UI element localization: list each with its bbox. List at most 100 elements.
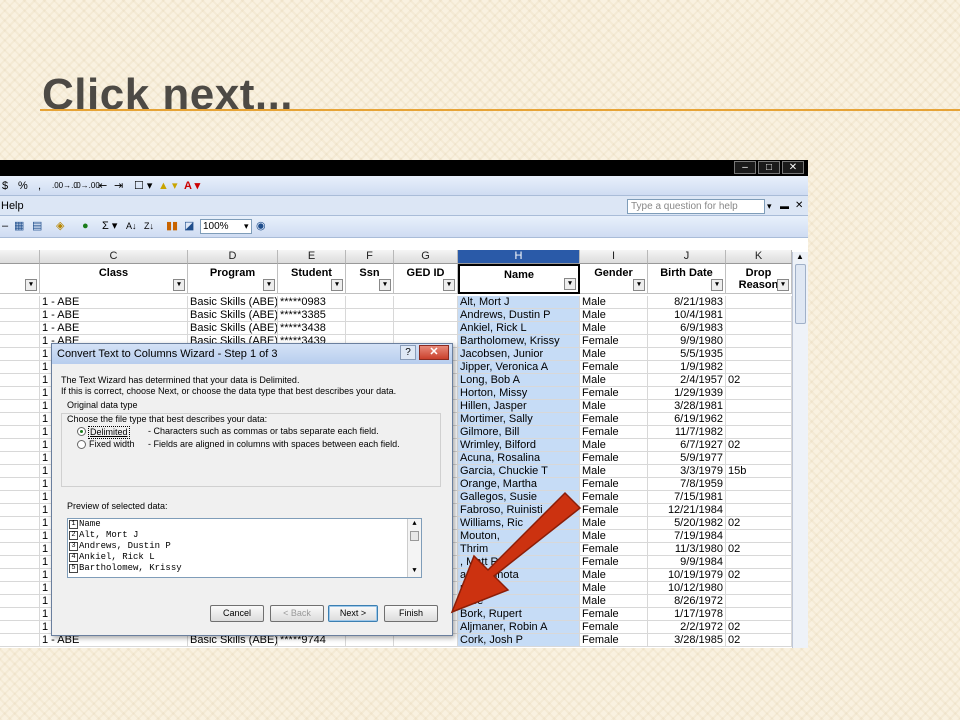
- table-cell-i[interactable]: Male: [580, 582, 648, 595]
- finish-button[interactable]: Finish: [384, 605, 438, 622]
- next-button[interactable]: Next >: [328, 605, 378, 622]
- table-cell-j[interactable]: 1/17/1978: [648, 608, 726, 621]
- paint-icon[interactable]: ◈: [56, 219, 64, 233]
- scroll-thumb[interactable]: [795, 264, 806, 324]
- sort-ascending-icon[interactable]: A↓: [126, 219, 137, 233]
- table-cell-f[interactable]: [346, 296, 394, 309]
- table-cell-k[interactable]: [726, 608, 792, 621]
- table-cell-j[interactable]: 10/12/1980: [648, 582, 726, 595]
- decrease-indent-icon[interactable]: ⇤: [98, 179, 107, 193]
- column-header-blank[interactable]: [0, 250, 40, 264]
- table-cell-i[interactable]: Female: [580, 387, 648, 400]
- table-cell-h[interactable]: Mortimer, Sally: [458, 413, 580, 426]
- table-cell-k[interactable]: [726, 504, 792, 517]
- column-header-g[interactable]: G: [394, 250, 458, 264]
- table-cell-i[interactable]: Male: [580, 517, 648, 530]
- help-dropdown-icon[interactable]: ▾: [767, 199, 772, 213]
- table-cell-k[interactable]: 02: [726, 374, 792, 387]
- cancel-button[interactable]: Cancel: [210, 605, 264, 622]
- table-cell-k[interactable]: [726, 387, 792, 400]
- table-cell-i[interactable]: Female: [580, 452, 648, 465]
- filter-dropdown-icon[interactable]: ▾: [379, 279, 391, 291]
- dialog-help-button[interactable]: ?: [400, 345, 416, 360]
- table-cell-k[interactable]: [726, 413, 792, 426]
- table-cell-h[interactable]: Garcia, Chuckie T: [458, 465, 580, 478]
- percent-button[interactable]: %: [18, 179, 28, 193]
- table-cell-k[interactable]: [726, 400, 792, 413]
- zoom-dropdown-icon[interactable]: ▾: [244, 219, 249, 233]
- table-cell-i[interactable]: Female: [580, 634, 648, 647]
- autosum-icon[interactable]: Σ ▾: [102, 219, 117, 233]
- table-cell-h[interactable]: Bartholomew, Krissy: [458, 335, 580, 348]
- close-workbook-icon[interactable]: ✕: [795, 199, 803, 213]
- table-cell-j[interactable]: 11/3/1980: [648, 543, 726, 556]
- table-cell-i[interactable]: Female: [580, 504, 648, 517]
- table-cell-j[interactable]: 10/19/1979: [648, 569, 726, 582]
- borders-icon[interactable]: ☐ ▾: [134, 179, 152, 193]
- column-header-e[interactable]: E: [278, 250, 346, 264]
- table-cell-i[interactable]: Female: [580, 413, 648, 426]
- minimize-icon[interactable]: –: [734, 161, 756, 174]
- table-cell-i[interactable]: Male: [580, 348, 648, 361]
- table-cell-j[interactable]: 6/19/1962: [648, 413, 726, 426]
- table-cell-g[interactable]: [394, 296, 458, 309]
- table-cell-k[interactable]: 02: [726, 439, 792, 452]
- table-cell-i[interactable]: Male: [580, 374, 648, 387]
- table-cell-j[interactable]: 3/28/1985: [648, 634, 726, 647]
- table-cell-k[interactable]: [726, 296, 792, 309]
- table-cell-j[interactable]: 5/5/1935: [648, 348, 726, 361]
- column-header-i[interactable]: I: [580, 250, 648, 264]
- table-cell-k[interactable]: [726, 335, 792, 348]
- table-cell-i[interactable]: Male: [580, 569, 648, 582]
- table-cell-e[interactable]: *****3385: [278, 309, 346, 322]
- vertical-scrollbar[interactable]: ▲: [792, 252, 808, 648]
- data-preview[interactable]: ▲ ▼ 1 Name 2 Alt, Mort J 3 Andrews, Dustin P4…: [67, 518, 422, 578]
- table-cell-j[interactable]: 1/9/1982: [648, 361, 726, 374]
- table-cell-j[interactable]: 3/3/1979: [648, 465, 726, 478]
- table-cell-d[interactable]: Basic Skills (ABE): [188, 322, 278, 335]
- column-header-f[interactable]: F: [346, 250, 394, 264]
- table-cell-e[interactable]: *****0983: [278, 296, 346, 309]
- filter-dropdown-icon[interactable]: ▾: [25, 279, 37, 291]
- filter-dropdown-icon[interactable]: ▾: [173, 279, 185, 291]
- table-cell-h[interactable]: Aljmaner, Robin A: [458, 621, 580, 634]
- table-cell-h[interactable]: Alt, Mort J: [458, 296, 580, 309]
- table-cell-f[interactable]: [346, 322, 394, 335]
- restore-window-icon[interactable]: ▬: [780, 199, 789, 213]
- column-header-c[interactable]: C: [40, 250, 188, 264]
- table-cell-k[interactable]: [726, 322, 792, 335]
- currency-button[interactable]: $: [2, 179, 8, 193]
- close-icon[interactable]: ✕: [782, 161, 804, 174]
- fill-color-icon[interactable]: ▲ ▾: [158, 179, 177, 193]
- table-cell-d[interactable]: Basic Skills (ABE): [188, 309, 278, 322]
- table-cell-j[interactable]: 6/7/1927: [648, 439, 726, 452]
- table-cell-k[interactable]: [726, 478, 792, 491]
- table-cell-c[interactable]: 1 - ABE: [40, 322, 188, 335]
- filter-dropdown-icon[interactable]: ▾: [443, 279, 455, 291]
- table-cell-j[interactable]: 9/9/1984: [648, 556, 726, 569]
- table-cell-j[interactable]: 6/9/1983: [648, 322, 726, 335]
- table-cell-i[interactable]: Male: [580, 465, 648, 478]
- table-cell-j[interactable]: 2/2/1972: [648, 621, 726, 634]
- table-cell-k[interactable]: [726, 595, 792, 608]
- filter-dropdown-icon[interactable]: ▾: [711, 279, 723, 291]
- table-cell-h[interactable]: Wrimley, Bilford: [458, 439, 580, 452]
- table-cell-g[interactable]: [394, 309, 458, 322]
- table-cell-h[interactable]: Hillen, Jasper: [458, 400, 580, 413]
- table-cell-k[interactable]: 02: [726, 634, 792, 647]
- table-cell-h[interactable]: Horton, Missy: [458, 387, 580, 400]
- filter-dropdown-icon[interactable]: ▾: [777, 279, 789, 291]
- table-cell-i[interactable]: Female: [580, 335, 648, 348]
- table-cell-j[interactable]: 7/8/1959: [648, 478, 726, 491]
- table-cell-h[interactable]: Cork, Josh P: [458, 634, 580, 647]
- table-cell-i[interactable]: Female: [580, 608, 648, 621]
- column-header-h[interactable]: H: [458, 250, 580, 264]
- table-cell-k[interactable]: [726, 452, 792, 465]
- table-cell-h[interactable]: Ankiel, Rick L: [458, 322, 580, 335]
- font-color-icon[interactable]: A ▾: [184, 179, 200, 193]
- chart-icon[interactable]: ▮▮: [166, 219, 178, 233]
- table-cell-k[interactable]: 15b: [726, 465, 792, 478]
- column-header-j[interactable]: J: [648, 250, 726, 264]
- table-cell-d[interactable]: Basic Skills (ABE): [188, 296, 278, 309]
- table-cell-j[interactable]: 7/15/1981: [648, 491, 726, 504]
